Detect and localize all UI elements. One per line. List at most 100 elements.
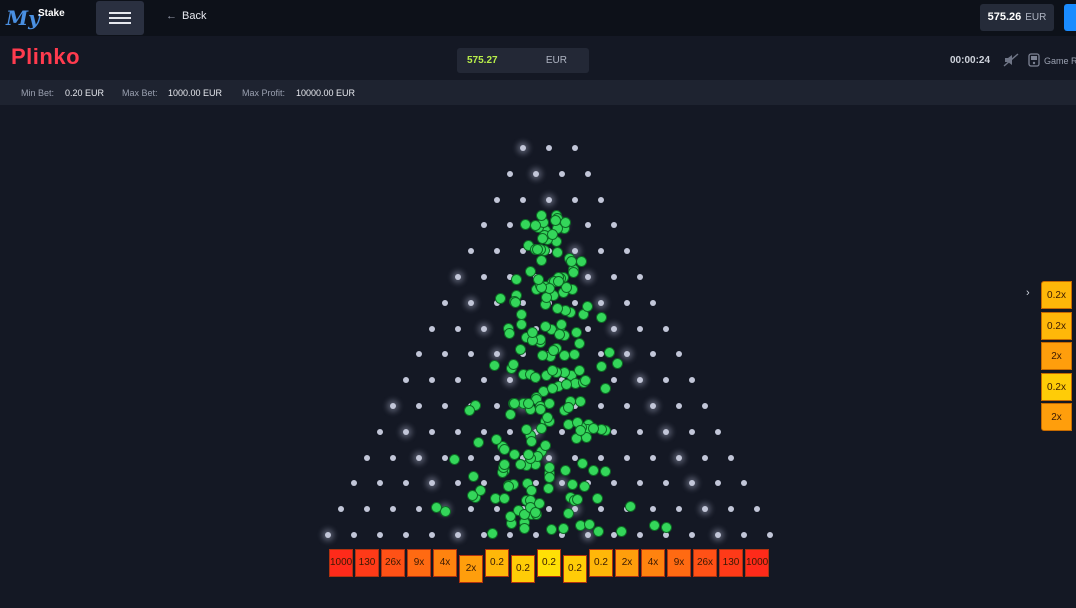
plinko-ball [566, 478, 578, 490]
plinko-ball [498, 492, 510, 504]
multiplier-bucket: 26x [381, 549, 405, 577]
header-balance[interactable]: 575.26 EUR [980, 4, 1054, 31]
game-rules-icon[interactable] [1028, 53, 1040, 67]
peg [663, 428, 669, 435]
menu-icon-line [109, 12, 131, 14]
chevron-right-icon[interactable]: › [1026, 287, 1030, 299]
peg [598, 506, 604, 513]
multiplier-bucket: 1000 [745, 549, 769, 577]
peg [650, 454, 656, 461]
plinko-ball [539, 321, 551, 333]
plinko-ball [562, 508, 574, 520]
logo-wordmark: Stake [38, 8, 65, 19]
peg [585, 325, 591, 332]
plinko-ball [515, 343, 527, 355]
game-balance: 575.27 EUR [457, 48, 589, 73]
peg [728, 454, 734, 461]
plinko-ball [592, 492, 604, 504]
peg [533, 170, 539, 177]
hamburger-menu-button[interactable] [96, 1, 144, 35]
plinko-ball [562, 402, 574, 414]
peg [702, 506, 708, 513]
plinko-ball [535, 209, 547, 221]
multiplier-bucket: 26x [693, 549, 717, 577]
peg [494, 506, 500, 513]
peg [546, 196, 552, 203]
peg [611, 325, 617, 332]
plinko-ball [525, 436, 537, 448]
top-bar: My Stake ← Back 575.26 EUR [0, 0, 1076, 36]
plinko-ball [509, 296, 521, 308]
multiplier-bucket: 9x [667, 549, 691, 577]
peg [455, 532, 461, 538]
peg [559, 170, 565, 177]
peg [611, 428, 617, 435]
mystake-logo[interactable]: My Stake [6, 6, 66, 32]
peg [598, 248, 604, 255]
peg [377, 532, 383, 538]
peg [481, 274, 487, 280]
plinko-ball [648, 519, 660, 531]
plinko-ball [577, 457, 589, 469]
peg [416, 506, 422, 513]
history-result: 2x [1041, 342, 1072, 371]
peg [585, 170, 591, 177]
peg [611, 377, 617, 384]
plinko-ball [570, 326, 582, 338]
plinko-ball [530, 219, 542, 231]
multiplier-bucket: 130 [355, 549, 379, 577]
peg [559, 480, 565, 487]
plinko-ball [467, 490, 479, 502]
plinko-ball [571, 493, 583, 505]
plinko-ball [504, 511, 516, 523]
plinko-ball [448, 453, 460, 465]
header-balance-currency: EUR [1025, 12, 1047, 23]
peg [572, 299, 578, 306]
multiplier-bucket: 130 [719, 549, 743, 577]
peg [650, 351, 656, 358]
plinko-ball [502, 481, 514, 493]
plinko-ball [579, 375, 591, 387]
peg [390, 454, 396, 461]
game-rules-link[interactable]: Game R [1044, 56, 1076, 66]
plinko-ball [514, 459, 526, 471]
sound-muted-icon[interactable] [1003, 53, 1019, 67]
peg [416, 454, 422, 461]
plinko-ball [548, 344, 560, 356]
peg [689, 480, 695, 487]
peg [403, 377, 409, 384]
peg [468, 248, 474, 255]
plinko-ball [529, 371, 541, 383]
plinko-ball [576, 256, 588, 268]
plinko-ball [499, 444, 511, 456]
back-link[interactable]: ← Back [166, 10, 206, 22]
peg [702, 403, 708, 409]
multiplier-bucket: 2x [615, 549, 639, 577]
peg [429, 428, 435, 435]
peg [585, 532, 591, 538]
peg [533, 532, 539, 538]
peg [689, 532, 695, 538]
peg [455, 480, 461, 487]
peg [481, 325, 487, 332]
plinko-ball [612, 358, 624, 370]
peg [442, 351, 448, 358]
plinko-ball [503, 327, 515, 339]
peg [442, 454, 448, 461]
max-profit-label: Max Profit: [242, 88, 286, 98]
peg [429, 377, 435, 384]
plinko-ball [583, 518, 595, 530]
deposit-button[interactable] [1064, 4, 1076, 31]
plinko-ball [542, 483, 554, 495]
plinko-ball [526, 484, 538, 496]
plinko-ball [561, 379, 573, 391]
peg [429, 480, 435, 487]
peg [377, 428, 383, 435]
peg [572, 196, 578, 203]
peg [598, 403, 604, 409]
plinko-ball [543, 461, 555, 473]
peg [637, 325, 643, 332]
peg [468, 351, 474, 358]
plinko-ball [559, 217, 571, 229]
multiplier-bucket: 4x [641, 549, 665, 577]
